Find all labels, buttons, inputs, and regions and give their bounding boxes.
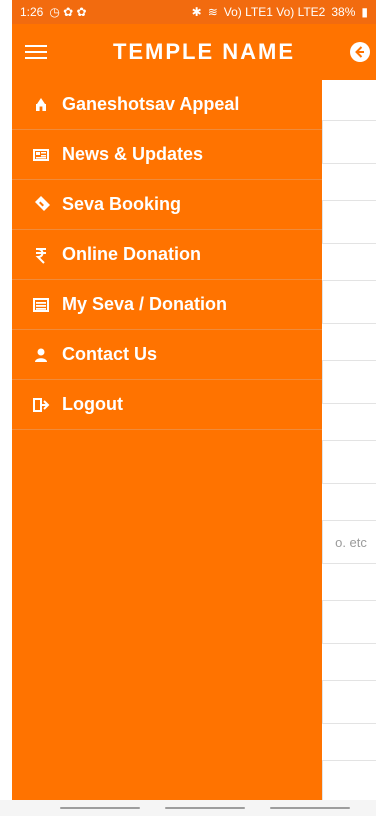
form-field-6[interactable]: o. etc: [322, 520, 376, 564]
navigation-drawer: Ganeshotsav Appeal News & Updates Seva B…: [12, 80, 322, 800]
menu-label: Contact Us: [62, 344, 158, 364]
app-title: TEMPLE NAME: [112, 39, 296, 64]
hamburger-menu-button[interactable]: [12, 24, 60, 80]
menu-item-news-updates[interactable]: News & Updates: [12, 130, 322, 180]
status-bar: 1:26 ◷ ✿ ✿ ✱ ≋ Vo) LTE1 Vo) LTE2 38% ▮: [12, 0, 376, 24]
menu-label: Online Donation: [62, 244, 201, 264]
newspaper-icon: [30, 144, 52, 166]
form-field-4[interactable]: [322, 360, 376, 404]
menu-item-ganeshotsav-appeal[interactable]: Ganeshotsav Appeal: [12, 80, 322, 130]
form-field-7[interactable]: [322, 600, 376, 644]
menu-label: My Seva / Donation: [62, 294, 228, 314]
wifi-icon: ≋: [207, 5, 218, 19]
temple-icon: [30, 94, 52, 116]
status-time: 1:26: [20, 5, 44, 19]
notification-icons: ◷ ✿ ✿: [49, 5, 87, 19]
user-icon: [30, 344, 52, 366]
form-field-1[interactable]: [322, 120, 376, 164]
menu-item-contact-us[interactable]: Contact Us: [12, 330, 322, 380]
menu-item-logout[interactable]: Logout: [12, 380, 322, 430]
back-button[interactable]: [350, 42, 370, 62]
form-field-9[interactable]: [322, 760, 376, 804]
status-left: 1:26 ◷ ✿ ✿: [20, 5, 87, 19]
nav-home-indicator[interactable]: [165, 807, 245, 809]
menu-item-seva-booking[interactable]: Seva Booking: [12, 180, 322, 230]
app-bar: TEMPLE NAME: [12, 24, 376, 80]
form-field-5[interactable]: [322, 440, 376, 484]
nav-back-indicator[interactable]: [60, 807, 140, 809]
form-field-8[interactable]: [322, 680, 376, 724]
battery-text: 38%: [331, 5, 356, 19]
form-field-3[interactable]: [322, 280, 376, 324]
network-text: Vo) LTE1 Vo) LTE2: [223, 5, 326, 19]
menu-label: News & Updates: [62, 144, 204, 164]
battery-icon: ▮: [361, 5, 368, 19]
hamburger-icon: [25, 45, 47, 59]
form-field-2[interactable]: [322, 200, 376, 244]
menu-label: Ganeshotsav Appeal: [62, 94, 240, 114]
status-right: ✱ ≋ Vo) LTE1 Vo) LTE2 38% ▮: [192, 5, 368, 19]
ticket-icon: [30, 194, 52, 216]
menu-label: Seva Booking: [62, 194, 182, 214]
logout-icon: [30, 394, 52, 416]
menu-item-my-seva-donation[interactable]: My Seva / Donation: [12, 280, 322, 330]
menu-item-online-donation[interactable]: Online Donation: [12, 230, 322, 280]
system-navigation-bar: [0, 800, 376, 816]
nav-recent-indicator[interactable]: [270, 807, 350, 809]
field-placeholder: o. etc: [335, 534, 367, 550]
screen: 1:26 ◷ ✿ ✿ ✱ ≋ Vo) LTE1 Vo) LTE2 38% ▮ T…: [0, 0, 376, 816]
rupee-icon: [30, 244, 52, 266]
arrow-left-icon: [355, 46, 364, 58]
bluetooth-icon: ✱: [191, 5, 202, 19]
menu-label: Logout: [62, 394, 123, 414]
list-icon: [30, 294, 52, 316]
